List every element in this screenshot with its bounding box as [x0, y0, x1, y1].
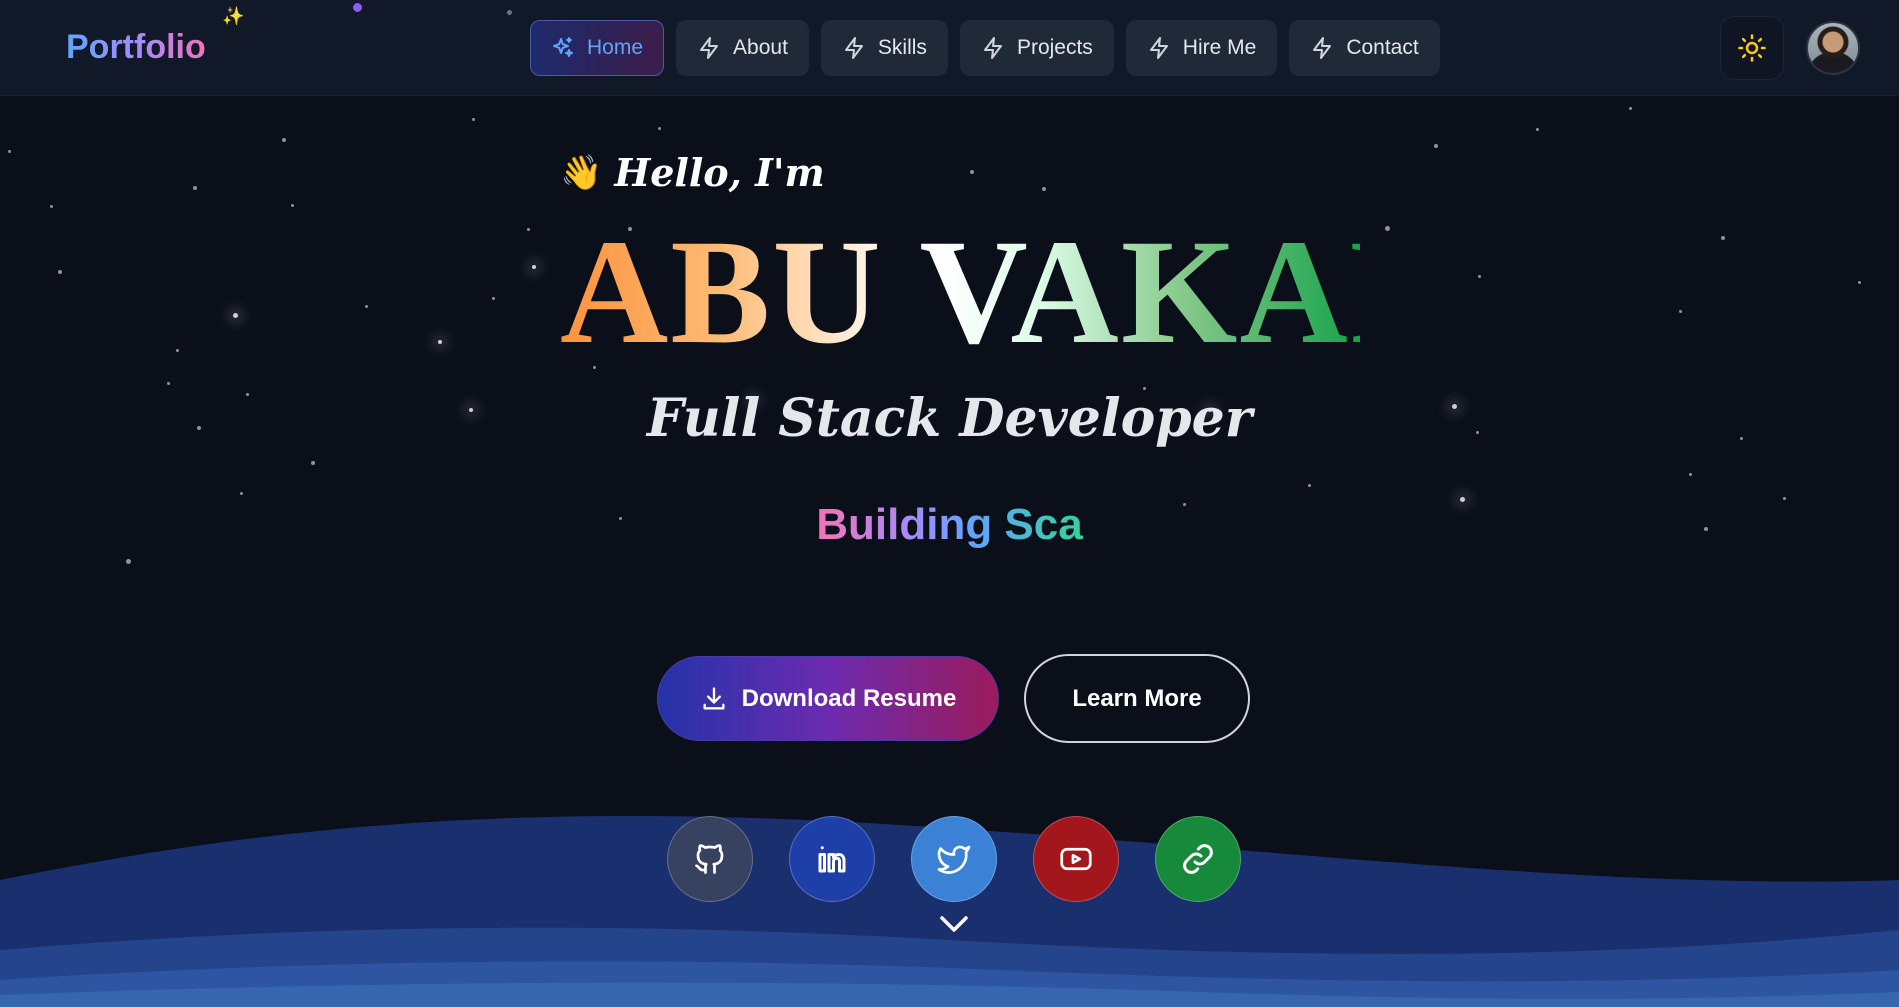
nav-about-label: About: [733, 36, 788, 59]
bolt-icon: [983, 37, 1002, 59]
site-header: Portfolio ✨ Home About Skills Projects H…: [0, 0, 1899, 96]
youtube-link[interactable]: [1033, 816, 1119, 902]
nav-contact[interactable]: Contact: [1289, 20, 1440, 76]
github-link[interactable]: [667, 816, 753, 902]
twitter-link[interactable]: [911, 816, 997, 902]
nav-hire-me[interactable]: Hire Me: [1125, 20, 1278, 76]
learn-more-label: Learn More: [1072, 684, 1202, 712]
sun-icon: [1738, 34, 1766, 62]
decorative-dot: [353, 3, 362, 12]
twitter-icon: [937, 845, 971, 874]
decorative-dot: [507, 10, 512, 15]
linkedin-link[interactable]: [789, 816, 875, 902]
hero-role: Full Stack Developer: [646, 388, 1253, 449]
site-logo[interactable]: Portfolio: [66, 28, 206, 67]
greeting-text: Hello, I'm: [614, 150, 825, 195]
waving-hand-icon: 👋: [560, 152, 603, 193]
nav-projects[interactable]: Projects: [959, 20, 1114, 76]
nav-hire-me-label: Hire Me: [1182, 36, 1257, 59]
website-link[interactable]: [1155, 816, 1241, 902]
nav-contact-label: Contact: [1346, 36, 1419, 59]
download-icon: [703, 686, 725, 709]
hero-name: ABU VAKAR: [560, 209, 1461, 375]
linkedin-icon: [818, 846, 846, 873]
youtube-icon: [1060, 847, 1092, 871]
sparkle-icon: ✨: [222, 6, 245, 26]
link-icon: [1183, 844, 1213, 874]
bolt-icon: [1149, 37, 1168, 59]
greeting: 👋 Hello, I'm: [560, 150, 825, 195]
learn-more-button[interactable]: Learn More: [1024, 654, 1250, 743]
nav-projects-label: Projects: [1016, 36, 1093, 59]
bolt-icon: [700, 37, 719, 59]
chevron-down-icon[interactable]: [937, 912, 971, 936]
nav-about[interactable]: About: [676, 20, 809, 76]
theme-toggle-button[interactable]: [1720, 16, 1784, 80]
main-nav: Home About Skills Projects Hire Me Conta…: [530, 20, 1440, 76]
bolt-icon: [844, 37, 863, 59]
github-icon: [695, 844, 724, 874]
avatar[interactable]: [1806, 21, 1860, 75]
sparkles-icon: [553, 37, 573, 57]
typing-text: Building Sca: [0, 500, 1899, 550]
nav-skills[interactable]: Skills: [820, 20, 948, 76]
bolt-icon: [1313, 37, 1332, 59]
nav-skills-label: Skills: [877, 36, 927, 59]
nav-home-label: Home: [587, 36, 644, 59]
download-resume-button[interactable]: Download Resume: [657, 656, 999, 741]
typing-text-value: Building Sca: [816, 500, 1083, 549]
nav-home[interactable]: Home: [530, 20, 665, 76]
download-resume-label: Download Resume: [741, 684, 957, 712]
